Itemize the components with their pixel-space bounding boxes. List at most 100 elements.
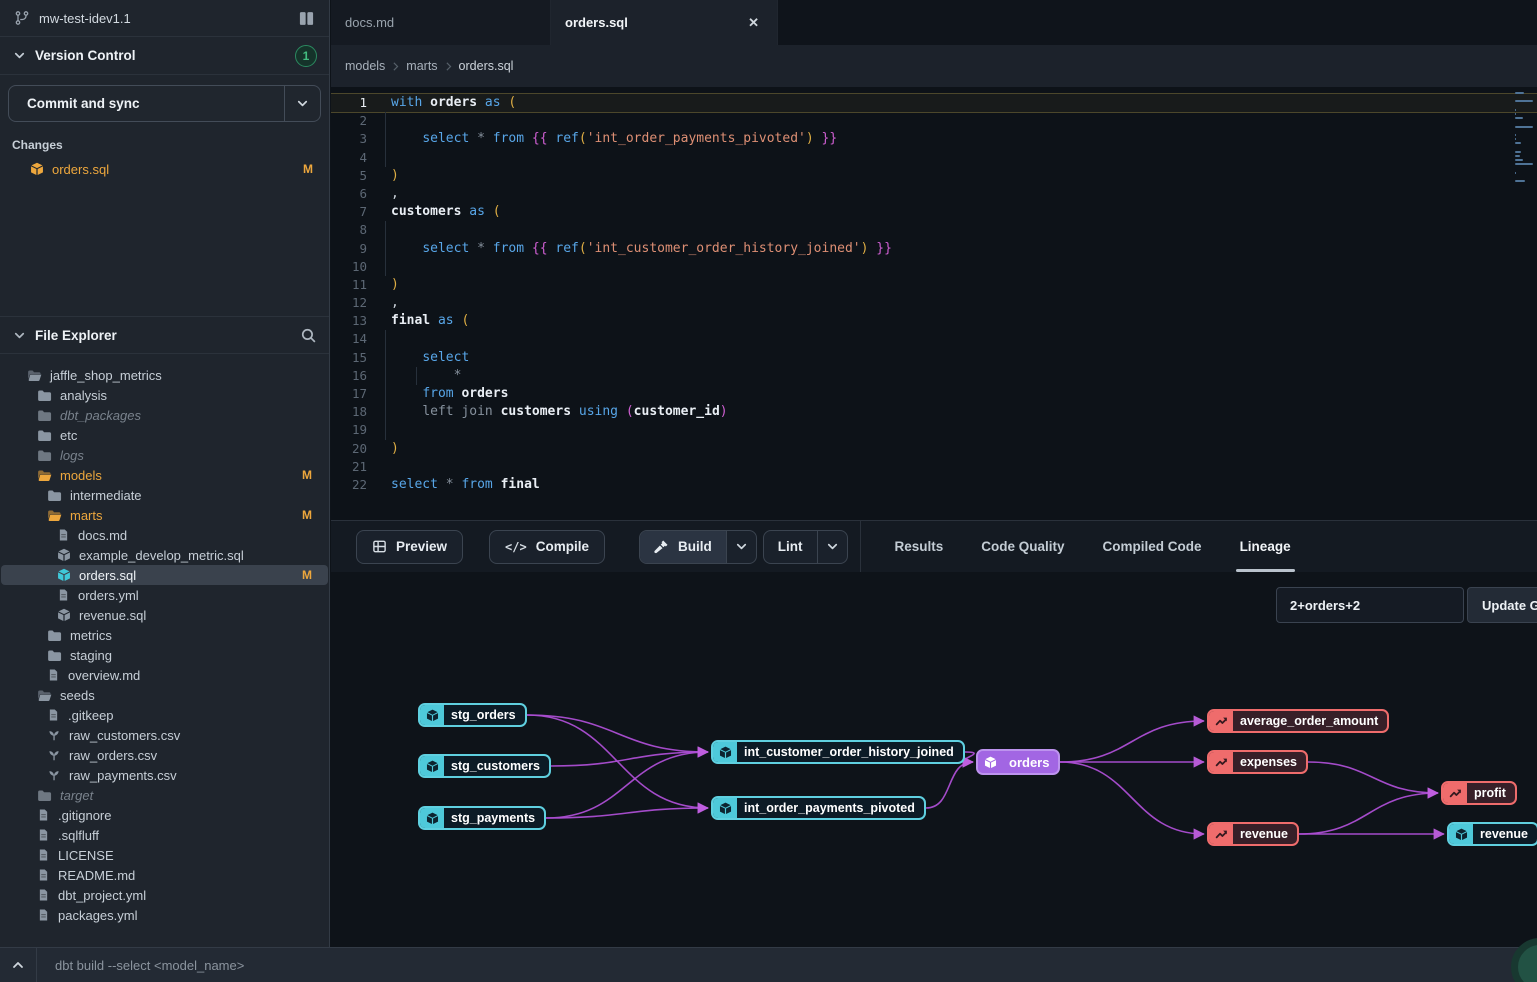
tree-item-seeds[interactable]: seeds xyxy=(1,685,328,705)
lint-button[interactable]: Lint xyxy=(764,531,817,563)
columns-layout-icon[interactable] xyxy=(298,10,315,27)
line-text: , xyxy=(367,185,1537,203)
preview-label: Preview xyxy=(396,539,447,554)
lineage-selector-input[interactable] xyxy=(1276,587,1464,623)
tree-item-jaffle_shop_metrics[interactable]: jaffle_shop_metrics xyxy=(1,365,328,385)
tree-item-packages.yml[interactable]: packages.yml xyxy=(1,905,328,925)
line-text: ) xyxy=(367,276,1537,294)
tree-item-models[interactable]: models M xyxy=(1,465,328,485)
breadcrumb-item[interactable]: models xyxy=(345,59,385,73)
lineage-node-average_order_amount[interactable]: average_order_amount xyxy=(1207,709,1389,733)
tree-item-marts[interactable]: martsM xyxy=(1,505,328,525)
tree-item-orders.yml[interactable]: orders.yml xyxy=(1,585,328,605)
tree-item-LICENSE[interactable]: LICENSE xyxy=(1,845,328,865)
tab-lineage[interactable]: Lineage xyxy=(1236,521,1295,572)
lineage-node-stg_customers[interactable]: stg_customers xyxy=(418,754,551,778)
lineage-node-int_order_payments_pivoted[interactable]: int_order_payments_pivoted xyxy=(711,796,926,820)
tree-item-dbt_packages[interactable]: dbt_packages xyxy=(1,405,328,425)
tab-code-quality[interactable]: Code Quality xyxy=(977,521,1068,572)
update-graph-button[interactable]: Update Graph xyxy=(1467,587,1537,623)
tree-item-label: example_develop_metric.sql xyxy=(79,548,312,563)
changed-file-orders-sql[interactable]: orders.sql M xyxy=(0,158,329,180)
seed-icon xyxy=(47,728,61,742)
git-branch-icon xyxy=(14,10,30,26)
folder-open-icon xyxy=(37,468,52,483)
line-number: 2 xyxy=(331,112,367,130)
modified-badge: M xyxy=(302,468,312,482)
tree-item-example_develop_metric.sql[interactable]: example_develop_metric.sql xyxy=(1,545,328,565)
code-editor[interactable]: 1with orders as (23 select * from {{ ref… xyxy=(331,87,1537,520)
line-number: 4 xyxy=(331,149,367,167)
tree-item-raw_orders.csv[interactable]: raw_orders.csv xyxy=(1,745,328,765)
changed-file-name: orders.sql xyxy=(52,162,295,177)
build-options-caret[interactable] xyxy=(726,531,756,563)
commit-options-caret[interactable] xyxy=(284,86,320,121)
changes-count-badge: 1 xyxy=(295,45,317,67)
tab-compiled-code[interactable]: Compiled Code xyxy=(1099,521,1206,572)
tab-docs-md[interactable]: docs.md xyxy=(331,0,551,45)
compile-button[interactable]: </> Compile xyxy=(489,530,605,564)
tree-item-.sqlfluff[interactable]: .sqlfluff xyxy=(1,825,328,845)
file-explorer-header[interactable]: File Explorer xyxy=(0,316,329,354)
line-number: 15 xyxy=(331,349,367,367)
tree-item-logs[interactable]: logs xyxy=(1,445,328,465)
tree-item-staging[interactable]: staging xyxy=(1,645,328,665)
lineage-node-stg_payments[interactable]: stg_payments xyxy=(418,806,546,830)
tree-item-orders.sql[interactable]: orders.sqlM xyxy=(1,565,328,585)
lineage-edge xyxy=(1060,762,1204,834)
tree-item-analysis[interactable]: analysis xyxy=(1,385,328,405)
editor-toolbar: Preview </> Compile Build xyxy=(331,520,1537,572)
breadcrumb-item[interactable]: marts xyxy=(406,59,437,73)
indent-guide xyxy=(385,149,386,167)
search-icon[interactable] xyxy=(300,327,317,344)
tree-item-target[interactable]: target xyxy=(1,785,328,805)
code-line: 3 select * from {{ ref('int_order_paymen… xyxy=(331,130,1537,148)
breadcrumb-item[interactable]: orders.sql xyxy=(459,59,514,73)
tree-item-overview.md[interactable]: overview.md xyxy=(1,665,328,685)
model-cube-icon xyxy=(420,808,444,828)
breadcrumb: models marts orders.sql xyxy=(331,45,1537,87)
tree-item-dbt_project.yml[interactable]: dbt_project.yml xyxy=(1,885,328,905)
minimap xyxy=(1515,92,1535,182)
chevron-up-icon[interactable] xyxy=(0,948,37,982)
lineage-node-expenses[interactable]: expenses xyxy=(1207,750,1308,774)
tree-item-intermediate[interactable]: intermediate xyxy=(1,485,328,505)
version-control-header[interactable]: Version Control 1 xyxy=(0,37,329,75)
tree-item-etc[interactable]: etc xyxy=(1,425,328,445)
tree-item-.gitkeep[interactable]: .gitkeep xyxy=(1,705,328,725)
tab-orders-sql[interactable]: orders.sql ✕ xyxy=(551,0,778,45)
code-line: 6, xyxy=(331,185,1537,203)
tree-item-revenue.sql[interactable]: revenue.sql xyxy=(1,605,328,625)
tree-item-docs.md[interactable]: docs.md xyxy=(1,525,328,545)
tree-item-label: overview.md xyxy=(68,668,312,683)
seed-icon xyxy=(47,748,61,762)
commit-and-sync-button[interactable]: Commit and sync xyxy=(8,85,321,122)
panel-tabs: Results Code Quality Compiled Code Lineage xyxy=(891,521,1295,572)
tree-item-README.md[interactable]: README.md xyxy=(1,865,328,885)
code-line: 22select * from final xyxy=(331,476,1537,494)
changes-label: Changes xyxy=(0,134,329,158)
lineage-node-orders[interactable]: orders xyxy=(976,749,1060,775)
line-text: select * from {{ ref('int_customer_order… xyxy=(367,240,1537,258)
preview-button[interactable]: Preview xyxy=(356,530,463,564)
lineage-edge xyxy=(527,715,708,752)
lineage-panel: stg_orders stg_customers stg_payments int_c… xyxy=(331,572,1537,947)
code-line: 18 left join customers using (customer_i… xyxy=(331,403,1537,421)
tree-item-raw_customers.csv[interactable]: raw_customers.csv xyxy=(1,725,328,745)
lineage-node-int_customer_order_history_joined[interactable]: int_customer_order_history_joined xyxy=(711,740,965,764)
lineage-node-profit[interactable]: profit xyxy=(1441,781,1517,805)
lint-options-caret[interactable] xyxy=(817,531,847,563)
tree-item-metrics[interactable]: metrics xyxy=(1,625,328,645)
command-input[interactable] xyxy=(37,948,1537,982)
tab-results[interactable]: Results xyxy=(891,521,948,572)
lineage-node-revenue_metric[interactable]: revenue xyxy=(1207,822,1299,846)
tree-item-.gitignore[interactable]: .gitignore xyxy=(1,805,328,825)
folder-icon xyxy=(37,428,52,443)
lineage-node-revenue_model[interactable]: revenue xyxy=(1447,822,1537,846)
hammer-icon xyxy=(654,539,669,554)
lineage-node-stg_orders[interactable]: stg_orders xyxy=(418,703,527,727)
tree-item-label: models xyxy=(60,468,294,483)
close-tab-icon[interactable]: ✕ xyxy=(744,13,763,33)
tree-item-raw_payments.csv[interactable]: raw_payments.csv xyxy=(1,765,328,785)
build-button[interactable]: Build xyxy=(640,531,726,563)
